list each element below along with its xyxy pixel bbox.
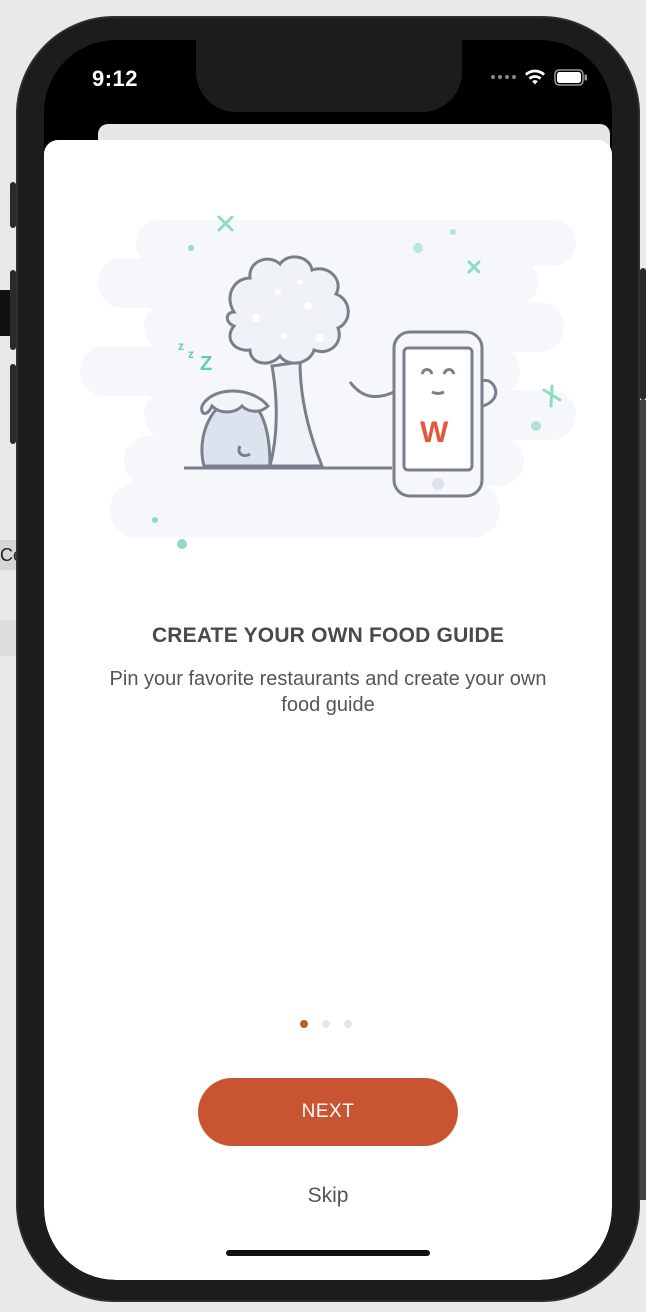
volume-down-button [10, 364, 16, 444]
signal-dots-icon [491, 75, 516, 79]
svg-text:z: z [188, 347, 194, 361]
restaurant-logo-w: W [420, 416, 449, 449]
skip-button[interactable]: Skip [44, 1184, 612, 1208]
phone-screen: 9:12 z z Z W CREATE YOUR OWN FOOD GUIDE … [44, 40, 612, 1280]
sleeping-dumpling [200, 389, 272, 468]
wifi-icon [525, 69, 545, 85]
status-icons [491, 68, 588, 86]
volume-up-button [10, 270, 16, 350]
notch [196, 40, 462, 112]
page-dot-3[interactable] [344, 1020, 352, 1028]
status-time: 9:12 [92, 66, 139, 91]
onboarding-title: CREATE YOUR OWN FOOD GUIDE [151, 624, 505, 647]
svg-text:z: z [178, 339, 184, 353]
page-dot-2[interactable] [322, 1020, 330, 1028]
onboarding-modal: z z Z W CREATE YOUR OWN FOOD GUIDE Pin y… [44, 140, 612, 1280]
page-dot-1[interactable] [300, 1020, 308, 1028]
onboarding-illustration: z z Z W [80, 215, 576, 549]
power-button [640, 268, 646, 400]
onboarding-description: Pin your favorite restaurants and create… [109, 668, 547, 716]
battery-icon [554, 68, 587, 86]
page-indicator[interactable] [300, 1020, 352, 1028]
home-indicator[interactable] [226, 1250, 430, 1256]
mute-switch [10, 182, 16, 228]
cloud-background [80, 220, 576, 538]
svg-text:Z: Z [200, 353, 212, 375]
next-button[interactable]: NEXT [198, 1078, 458, 1146]
phone-frame: 9:12 z z Z W CREATE YOUR OWN FOOD GUIDE … [10, 18, 646, 1300]
